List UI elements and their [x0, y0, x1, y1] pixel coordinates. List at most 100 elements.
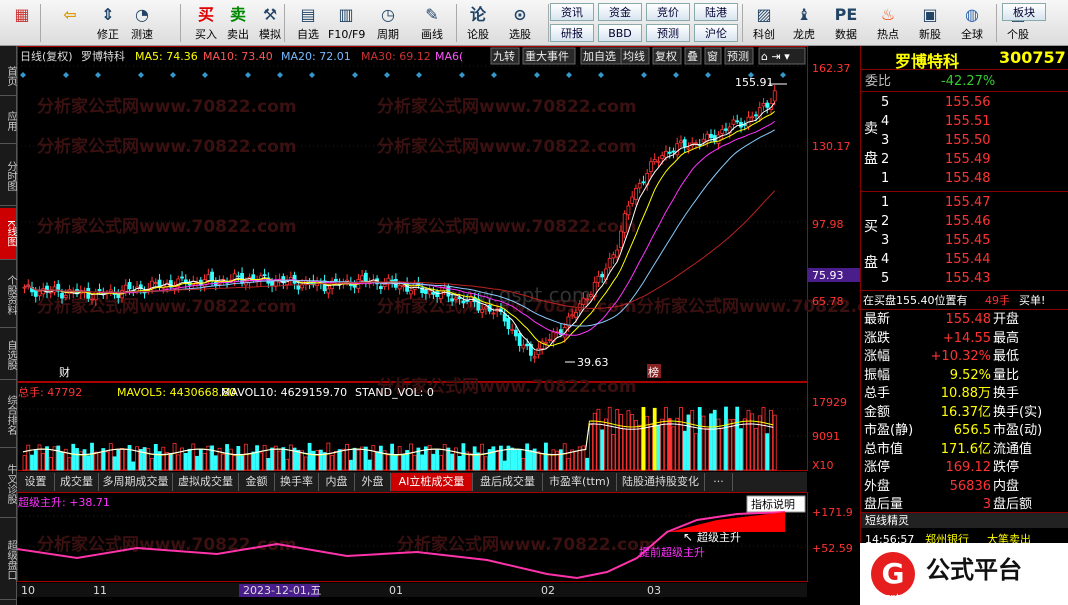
kline-chart-area[interactable]: 分析家公式网www.70822.com 分析家公式网www.70822.com 分析…: [16, 46, 897, 605]
volume-bar: [750, 413, 755, 471]
volume-bar: [363, 446, 368, 471]
volume-bar: [765, 433, 770, 471]
toolbar-button-15[interactable]: PE 数据: [828, 2, 864, 44]
toolbar-button-13[interactable]: ▨ 科创: [746, 2, 782, 44]
kline-chart[interactable]: 分析家公式网www.70822.com 分析家公式网www.70822.com 分析…: [16, 46, 897, 605]
indicator-tab-6[interactable]: 内盘: [319, 473, 355, 491]
toolbar-small-button-6[interactable]: 预测: [646, 24, 690, 42]
toolbar-small-button-2[interactable]: 竞价: [646, 3, 690, 21]
toolbar-button-2[interactable]: ⇕ 修正: [90, 2, 126, 44]
candle-body: [461, 300, 466, 304]
toolbar-button-0[interactable]: ▦: [4, 2, 40, 44]
quote-panel: 罗博特科 300757 委比 -42.27% 5 155.56 4 155.51 3 155.50…: [860, 46, 1068, 605]
volume-bar: [270, 447, 274, 471]
toolbar-small-button-4[interactable]: 研报: [550, 24, 594, 42]
toolbar-button-6[interactable]: ⚒ 模拟: [252, 2, 288, 44]
indicator-tab-3[interactable]: 虚拟成交量: [173, 473, 239, 491]
sidebar-item-4[interactable]: 个股资料: [0, 262, 16, 328]
toolbar-button-9[interactable]: ◷ 周期: [370, 2, 406, 44]
toolbar-button-17[interactable]: ▣ 新股: [912, 2, 948, 44]
toolbar-small-button-8[interactable]: 板块: [1002, 3, 1046, 21]
indicator-tab-5[interactable]: 换手率: [275, 473, 319, 491]
sidebar-item-2[interactable]: 分时图: [0, 146, 16, 206]
toolbar-small-button-1[interactable]: 资金: [598, 3, 642, 21]
volume-bar: [33, 450, 38, 471]
toolbar-separator: [180, 4, 181, 42]
toolbar-small-button-7[interactable]: 沪伦: [694, 24, 738, 42]
ask-price: 155.50: [945, 133, 991, 148]
toolbar-button-7[interactable]: ▤ 自选: [290, 2, 326, 44]
indicator-tab-0[interactable]: 设置: [17, 473, 55, 491]
toolbar-button-11[interactable]: 论论股: [460, 2, 496, 44]
sidebar-item-3[interactable]: K线图: [0, 208, 16, 260]
candle-body: [476, 298, 481, 311]
volume-bar: [397, 446, 402, 471]
volume-bar: [510, 447, 515, 471]
volume-bar: [307, 442, 312, 471]
candle-body: [360, 275, 365, 281]
chart-top-button-label: 预测: [727, 50, 749, 63]
volume-bar: [484, 456, 488, 471]
volume-bar: [615, 409, 620, 471]
candle-body: [622, 213, 627, 233]
toolbar-button-1[interactable]: ⇦: [52, 2, 88, 44]
volume-bar: [596, 408, 601, 471]
toolbar-button-16[interactable]: ♨ 热点: [870, 2, 906, 44]
sidebar-item-7[interactable]: 牛叉诊股: [0, 450, 16, 518]
toolbar-button-3[interactable]: ◔ 测速: [124, 2, 160, 44]
toolbar-button-5[interactable]: 卖卖出: [220, 2, 256, 44]
toolbar-button-10[interactable]: ✎ 画线: [414, 2, 450, 44]
date-axis-label: 02: [541, 584, 555, 597]
grid-icon: ▦: [14, 5, 30, 24]
toolbar-button-14[interactable]: ♝ 龙虎: [786, 2, 822, 44]
indicator-tab-4[interactable]: 金额: [239, 473, 275, 491]
cai-tag: 财: [59, 365, 70, 379]
candle-body: [491, 312, 496, 315]
ma20-label: MA20: 72.01: [281, 50, 351, 63]
indicator-tab-11[interactable]: 陆股通持股变化: [617, 473, 705, 491]
toolbar-button-12[interactable]: ⊙ 选股: [502, 2, 538, 44]
bid-price: 155.47: [945, 195, 991, 210]
vol-axis-label: 9091: [812, 430, 840, 443]
sidebar-item-8[interactable]: 超级盘口: [0, 520, 16, 600]
indicator-tab-9[interactable]: 盘后成交量: [473, 473, 543, 491]
candle-body: [532, 356, 537, 359]
indicator-tab-1[interactable]: 成交量: [55, 473, 99, 491]
toolbar-button-4[interactable]: 买买入: [188, 2, 224, 44]
volume-bar: [240, 455, 244, 471]
indicator-tab-12[interactable]: ···: [705, 473, 733, 491]
hammer-icon: ⚒: [262, 5, 278, 24]
ask-bid-divider: [861, 191, 1068, 192]
stat-row-1: 涨跌 +14.55 最高: [861, 330, 1068, 348]
toolbar-small-button-5[interactable]: BBD: [598, 24, 642, 42]
toolbar-small-button-3[interactable]: 陆港: [694, 3, 738, 21]
sidebar-item-1[interactable]: 应用: [0, 98, 16, 144]
sidebar-item-6[interactable]: 综合排名: [0, 382, 16, 448]
back-arrow-icon: ⇦: [63, 5, 77, 24]
sidebar-item-5[interactable]: 自选股: [0, 330, 16, 380]
ask-price: 155.48: [945, 171, 991, 186]
volume-bar: [450, 453, 455, 471]
volume-bar: [712, 409, 717, 471]
ask-row-5: 5 155.56: [861, 93, 1068, 113]
volume-bar: [131, 461, 136, 471]
stat-label-2: 最高: [993, 330, 1020, 346]
volume-bar: [525, 443, 530, 471]
volume-bar: [472, 446, 477, 471]
toolbar-small-button-0[interactable]: 资讯: [550, 3, 594, 21]
volume-bar: [517, 448, 522, 471]
candle-body: [649, 161, 653, 172]
sidebar-item-0[interactable]: 首页: [0, 56, 16, 96]
indicator-tab-7[interactable]: 外盘: [355, 473, 391, 491]
indicator-tab-8[interactable]: AI立桩成交量: [391, 473, 473, 491]
volume-bar: [112, 456, 117, 471]
volume-bar: [123, 448, 128, 471]
indicator-tab-10[interactable]: 市盈率(ttm): [543, 473, 617, 491]
volume-bar: [161, 446, 166, 471]
indicator-tab-2[interactable]: 多周期成交量: [99, 473, 173, 491]
stat-label-2: 市盈(动): [993, 423, 1043, 438]
candle-body: [772, 90, 777, 102]
volume-bar: [135, 446, 139, 471]
toolbar-button-8[interactable]: ▥ F10/F9: [328, 2, 365, 44]
toolbar-button-18[interactable]: ◍ 全球: [954, 2, 990, 44]
